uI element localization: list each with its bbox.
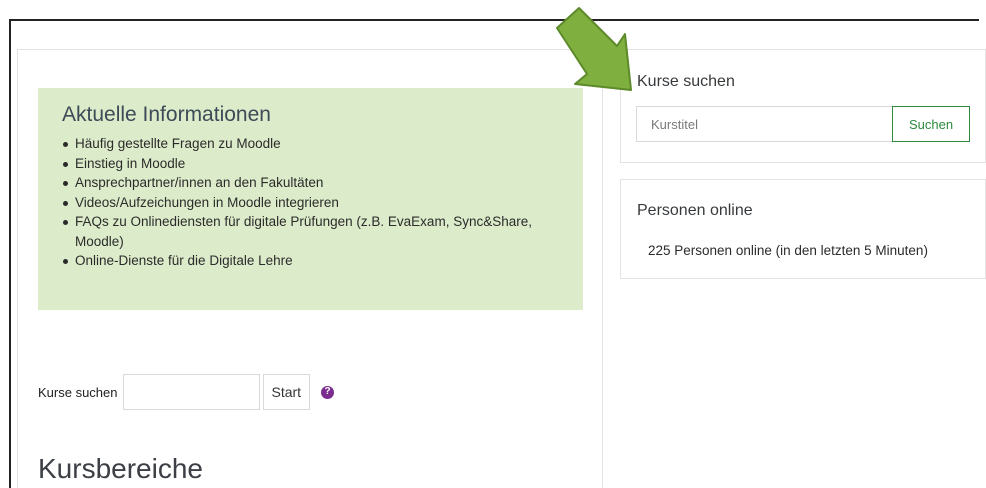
categories-title: Kursbereiche (38, 453, 203, 484)
search-group: Suchen (636, 106, 970, 142)
course-search-input[interactable] (122, 374, 260, 410)
online-users-block: Personen online 225 Personen online (in … (620, 179, 986, 279)
online-block-title: Personen online (637, 202, 753, 219)
search-block-title: Kurse suchen (637, 73, 735, 90)
start-button[interactable]: Start (262, 374, 311, 410)
course-search-label: Kurse suchen (38, 384, 118, 400)
info-link-getting-started[interactable]: Einstieg in Moodle (62, 154, 559, 174)
course-title-input[interactable] (636, 106, 893, 142)
info-link-videos[interactable]: Videos/Aufzeichungen in Moodle integrier… (62, 193, 559, 213)
online-count-text: 225 Personen online (in den letzten 5 Mi… (648, 243, 928, 258)
info-list: Häufig gestellte Fragen zu Moodle Einsti… (62, 134, 559, 271)
search-courses-block: Kurse suchen Suchen (620, 49, 986, 163)
info-box: Aktuelle Informationen Häufig gestellte … (38, 88, 583, 310)
info-title: Aktuelle Informationen (62, 103, 271, 126)
info-link-online-services[interactable]: Online-Dienste für die Digitale Lehre (62, 251, 559, 271)
course-search-form: Kurse suchen Start ? (38, 374, 335, 410)
arrow-down-right-icon (556, 7, 632, 91)
info-link-contacts[interactable]: Ansprechpartner/innen an den Fakultäten (62, 173, 559, 193)
question-circle-icon[interactable]: ? (321, 385, 335, 399)
info-link-faq[interactable]: Häufig gestellte Fragen zu Moodle (62, 134, 559, 154)
info-link-exam-faq[interactable]: FAQs zu Onlinediensten für digitale Prüf… (62, 212, 559, 251)
search-button[interactable]: Suchen (892, 106, 970, 142)
